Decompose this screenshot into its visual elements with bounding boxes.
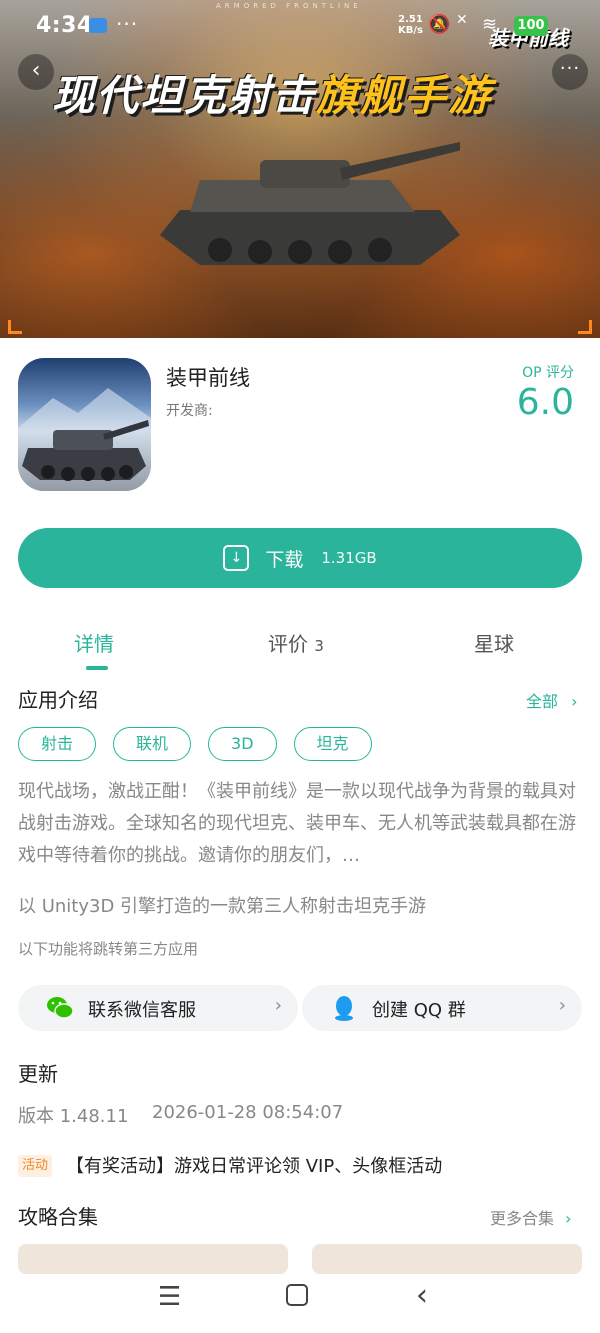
no-sim-icon: ✕: [456, 12, 468, 28]
home-icon[interactable]: [286, 1284, 308, 1306]
download-label: 下载: [265, 548, 304, 571]
service-label: 联系微信客服: [88, 1000, 196, 1021]
review-count: 3: [314, 637, 324, 655]
tank-illustration: [160, 142, 460, 265]
net-speed-unit: KB/s: [398, 25, 423, 36]
app-icon: [18, 358, 151, 491]
rating-label: OP 评分: [522, 365, 574, 381]
tab-label: 详情: [74, 632, 114, 656]
tag-chip[interactable]: 坦克: [293, 727, 372, 761]
show-all-label: 全部: [526, 692, 559, 711]
download-size: 1.31GB: [321, 549, 377, 567]
version-text: 版本 1.48.11: [18, 1106, 129, 1127]
service-label: 创建 QQ 群: [372, 1000, 466, 1021]
tag-chip[interactable]: 3D: [208, 727, 277, 761]
intro-title: 应用介绍: [18, 688, 98, 712]
hero-banner: ARMORED FRONTLINE 装甲前线 现代坦克射击旗舰手游 4:34 ·…: [0, 0, 600, 338]
frame-corner: [8, 320, 22, 334]
developer-label: 开发商:: [166, 403, 213, 419]
system-nav-bar: ☰ ‹: [0, 1274, 600, 1333]
hero-title-highlight: 旗舰手游: [316, 71, 493, 120]
battery-icon: 100: [514, 16, 548, 36]
qq-group-button[interactable]: 创建 QQ 群 ›: [302, 985, 582, 1031]
tank-icon: [18, 388, 151, 491]
third-party-note: 以下功能将跳转第三方应用: [18, 940, 199, 958]
app-name: 装甲前线: [166, 366, 250, 390]
wifi-icon: ≋: [482, 14, 498, 35]
mail-icon: [89, 18, 107, 33]
back-button[interactable]: ‹: [18, 54, 54, 90]
more-guides-label: 更多合集: [490, 1209, 555, 1228]
download-button[interactable]: ↓ 下载 1.31GB: [18, 528, 582, 588]
tab-indicator: [86, 666, 108, 670]
tag-list: 射击 联机 3D 坦克: [18, 727, 372, 761]
hero-title: 现代坦克射击旗舰手游: [52, 62, 492, 123]
tag-chip[interactable]: 射击: [18, 727, 97, 761]
app-subtitle: 以 Unity3D 引擎打造的一款第三人称射击坦克手游: [18, 896, 427, 917]
wechat-service-button[interactable]: 联系微信客服 ›: [18, 985, 298, 1031]
chevron-right-icon: ›: [565, 1209, 572, 1228]
update-title: 更新: [18, 1062, 58, 1086]
wechat-icon: [47, 997, 74, 1019]
activity-link[interactable]: 【有奖活动】游戏日常评论领 VIP、头像框活动: [66, 1152, 442, 1178]
chevron-right-icon: ›: [558, 995, 566, 1016]
menu-icon[interactable]: ☰: [158, 1282, 181, 1312]
frame-corner: [578, 320, 592, 334]
chevron-right-icon: ›: [571, 692, 578, 711]
guide-card[interactable]: [312, 1244, 582, 1274]
more-options-button[interactable]: ···: [552, 54, 588, 90]
show-all-link[interactable]: 全部 ›: [526, 688, 578, 712]
app-description[interactable]: 现代战场，激战正酣！《装甲前线》是一款以现代战争为背景的载具对战射击游戏。全球知…: [18, 776, 584, 872]
more-guides-link[interactable]: 更多合集 ›: [490, 1205, 572, 1229]
net-speed-value: 2.51: [398, 14, 423, 25]
guides-title: 攻略合集: [18, 1205, 98, 1229]
activity-badge: 活动: [18, 1155, 53, 1177]
tab-planet[interactable]: 星球: [474, 628, 514, 657]
tab-label: 评价: [268, 632, 308, 656]
tab-label: 星球: [474, 632, 514, 656]
qq-icon: [335, 996, 353, 1021]
mute-icon: 🔕: [428, 14, 451, 35]
status-time: 4:34: [36, 13, 93, 38]
chevron-right-icon: ›: [274, 995, 282, 1016]
tab-reviews[interactable]: 评价 3: [268, 628, 324, 657]
guide-card[interactable]: [18, 1244, 288, 1274]
status-more-icon: ···: [116, 12, 139, 36]
tag-chip[interactable]: 联机: [113, 727, 192, 761]
hero-title-main: 现代坦克射击: [52, 71, 317, 120]
net-speed: 2.51 KB/s: [398, 14, 423, 36]
download-icon: ↓: [223, 545, 250, 571]
tab-bar: 详情 评价 3 星球: [0, 622, 600, 672]
status-bar: 4:34 ··· 2.51 KB/s 🔕 ✕ ≋ 100: [0, 0, 600, 52]
update-date: 2026-01-28 08:54:07: [152, 1102, 344, 1123]
back-icon[interactable]: ‹: [416, 1278, 428, 1313]
rating-score: 6.0: [516, 382, 574, 423]
tab-details[interactable]: 详情: [74, 628, 114, 657]
